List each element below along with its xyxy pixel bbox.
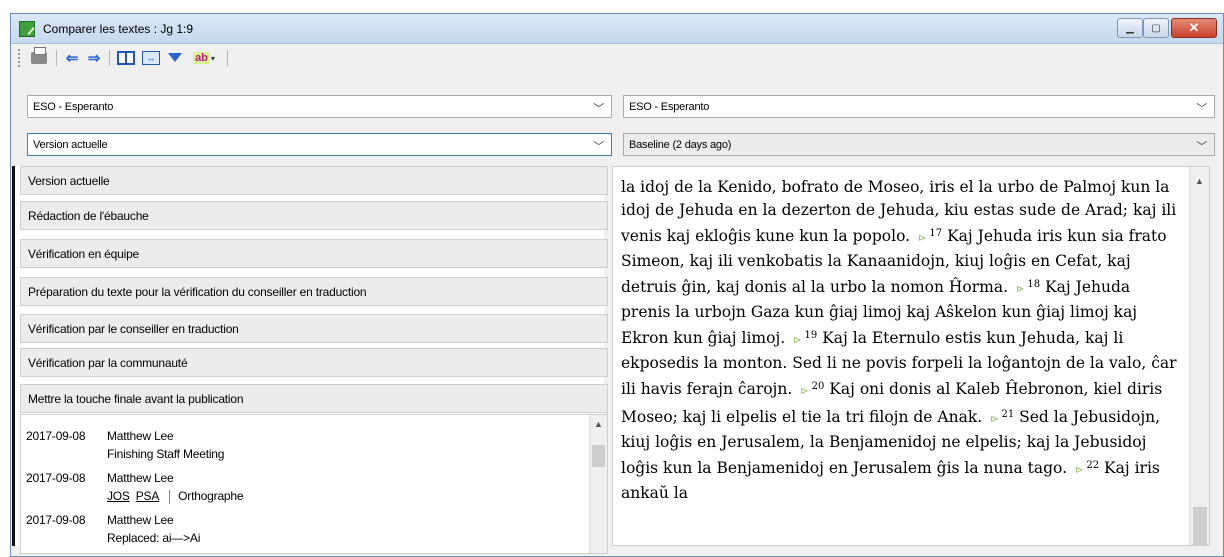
- chevron-down-icon: ﹀: [593, 103, 604, 115]
- arrow-left-icon: ⇐: [65, 50, 79, 67]
- right-version-value: Baseline (2 days ago): [629, 138, 732, 151]
- window-title: Comparer les textes : Jg 1:9: [43, 22, 194, 36]
- scrollbar-thumb[interactable]: [1193, 507, 1207, 545]
- note-detail: Replaced: ai—>Ai: [107, 531, 201, 545]
- chevron-down-icon: ▾: [210, 53, 215, 63]
- stage-item[interactable]: Rédaction de l'ébauche: [20, 201, 608, 230]
- book-tag[interactable]: JOS: [107, 489, 130, 503]
- toolbar-grip[interactable]: [18, 49, 21, 67]
- minimize-button[interactable]: ▁: [1117, 18, 1143, 38]
- back-button[interactable]: ⇐: [62, 48, 82, 68]
- note-author: Matthew Lee: [107, 513, 174, 527]
- left-version-value: Version actuelle: [33, 138, 108, 151]
- version-dropdown-list: Version actuelle Rédaction de l'ébauche …: [12, 166, 608, 554]
- close-button[interactable]: ✕: [1171, 18, 1217, 38]
- stage-item[interactable]: Préparation du texte pour la vérificatio…: [20, 277, 608, 306]
- stage-label: Vérification en équipe: [28, 246, 140, 261]
- right-language-select[interactable]: ESO - Esperanto ﹀: [623, 95, 1215, 118]
- scripture-text: la idoj de la Kenido, bofrato de Moseo, …: [621, 176, 1181, 505]
- stage-item[interactable]: Mettre la touche finale avant la publica…: [20, 384, 608, 413]
- stage-item[interactable]: Vérification en équipe: [20, 239, 608, 268]
- stage-label: Vérification par le conseiller en traduc…: [28, 321, 239, 336]
- note-date: 2017-09-08: [26, 429, 86, 443]
- note-tags: JOS PSA Orthographe: [107, 489, 244, 504]
- scrollbar-thumb[interactable]: [592, 445, 605, 467]
- highlight-icon: ab: [193, 52, 210, 64]
- arrow-right-icon: ⇒: [87, 50, 101, 67]
- note-author: Matthew Lee: [107, 471, 174, 485]
- verse-marker-icon[interactable]: ⊳: [918, 233, 926, 244]
- note-date: 2017-09-08: [26, 513, 86, 527]
- left-language-select[interactable]: ESO - Esperanto ﹀: [27, 95, 612, 118]
- maximize-icon: ▢: [1151, 22, 1161, 34]
- verse-marker-icon[interactable]: ⊳: [1016, 284, 1024, 295]
- verse-number: 21: [1001, 409, 1015, 420]
- chevron-down-icon: ﹀: [1196, 103, 1207, 115]
- forward-button[interactable]: ⇒: [84, 48, 104, 68]
- stage-item[interactable]: Vérification par le conseiller en traduc…: [20, 314, 608, 343]
- app-icon: [19, 21, 35, 37]
- stage-label: Version actuelle: [28, 173, 110, 188]
- columns-icon: ↔: [142, 51, 160, 65]
- stage-label: Vérification par la communauté: [28, 355, 188, 370]
- book-tag[interactable]: PSA: [136, 489, 160, 503]
- columns-button[interactable]: ↔: [140, 48, 162, 68]
- verse-marker-icon[interactable]: ⊳: [793, 335, 801, 346]
- text-scrollbar[interactable]: ▲: [1189, 167, 1209, 545]
- printer-icon: [31, 47, 47, 64]
- chevron-down-icon: ﹀: [1196, 141, 1207, 153]
- verse-number: 17: [929, 228, 943, 239]
- stage-label: Rédaction de l'ébauche: [28, 208, 149, 223]
- title-bar[interactable]: Comparer les textes : Jg 1:9 ▁ ▢ ✕: [11, 14, 1223, 44]
- stage-label: Préparation du texte pour la vérificatio…: [28, 284, 367, 299]
- verse-number: 18: [1027, 279, 1041, 290]
- left-language-value: ESO - Esperanto: [33, 100, 114, 113]
- left-version-select[interactable]: Version actuelle ﹀: [27, 133, 612, 156]
- note-date: 2017-09-08: [26, 471, 86, 485]
- note-author: Matthew Lee: [107, 429, 174, 443]
- stage-item[interactable]: Vérification par la communauté: [20, 348, 608, 377]
- verse-number: 20: [811, 381, 825, 392]
- notes-scrollbar[interactable]: ▲: [589, 415, 607, 553]
- divider: [169, 489, 171, 504]
- note-detail: Finishing Staff Meeting: [107, 447, 225, 461]
- filter-button[interactable]: [165, 48, 185, 68]
- toolbar: ⇐ ⇒ ↔ ab ▾: [11, 44, 1223, 72]
- highlight-dropdown-button[interactable]: ab ▾: [188, 48, 220, 68]
- maximize-button[interactable]: ▢: [1143, 18, 1169, 38]
- verse-marker-icon[interactable]: ⊳: [990, 414, 998, 425]
- close-icon: ✕: [1188, 20, 1200, 35]
- chevron-up-icon: ▲: [1195, 176, 1204, 186]
- verse-marker-icon[interactable]: ⊳: [800, 386, 808, 397]
- minimize-icon: ▁: [1126, 22, 1134, 34]
- verse-number: 22: [1086, 460, 1100, 471]
- note-category: Orthographe: [178, 489, 244, 503]
- book-icon: [117, 51, 135, 65]
- verse-number: 19: [804, 330, 818, 341]
- stage-item[interactable]: Version actuelle: [20, 166, 608, 195]
- right-version-select[interactable]: Baseline (2 days ago) ﹀: [623, 133, 1215, 156]
- comparison-text-pane: la idoj de la Kenido, bofrato de Moseo, …: [612, 166, 1210, 546]
- toolbar-separator: [109, 50, 110, 66]
- chevron-up-icon: ▲: [594, 419, 603, 429]
- print-button[interactable]: [28, 47, 50, 68]
- toolbar-separator: [227, 50, 228, 66]
- toolbar-separator: [56, 50, 57, 66]
- stage-label: Mettre la touche finale avant la publica…: [28, 391, 244, 406]
- verse-marker-icon[interactable]: ⊳: [1075, 465, 1083, 476]
- chevron-down-icon: ﹀: [593, 141, 604, 153]
- side-by-side-button[interactable]: [115, 48, 137, 68]
- notes-list: 2017-09-08 Matthew Lee Finishing Staff M…: [20, 414, 608, 554]
- right-language-value: ESO - Esperanto: [629, 100, 710, 113]
- filter-icon: [168, 52, 182, 62]
